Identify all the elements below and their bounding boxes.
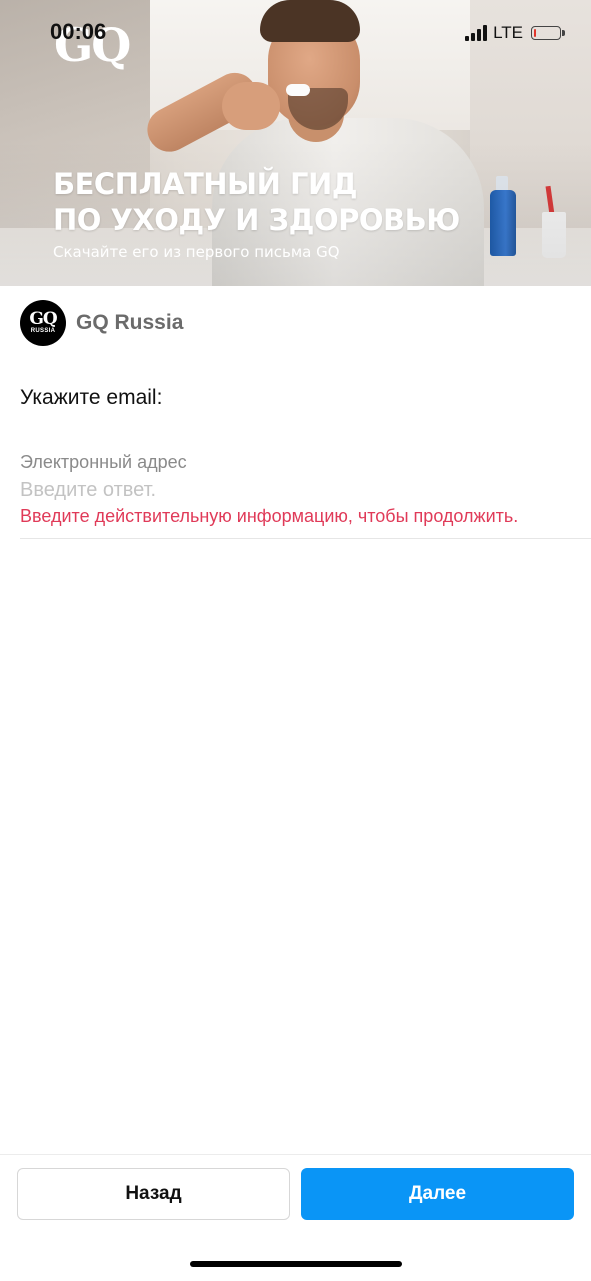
field-divider xyxy=(20,538,591,539)
email-field-group: Электронный адрес Введите действительную… xyxy=(20,450,591,539)
signal-bars-icon xyxy=(465,25,488,41)
avatar-logo-mark: GQ xyxy=(29,309,57,329)
battery-icon xyxy=(531,26,565,40)
status-time: 00:06 xyxy=(50,19,107,44)
banner-title-line-1: БЕСПЛАТНЫЙ ГИД xyxy=(53,167,358,201)
question-title: Укажите email: xyxy=(20,386,163,409)
back-button[interactable]: Назад xyxy=(17,1168,290,1220)
account-name: GQ Russia xyxy=(76,311,184,334)
battery-level xyxy=(534,29,536,37)
banner-subtitle: Скачайте его из первого письма GQ xyxy=(53,243,340,261)
banner-person-hair xyxy=(260,0,360,42)
email-field[interactable] xyxy=(20,476,560,504)
next-button[interactable]: Далее xyxy=(301,1168,574,1220)
network-type: LTE xyxy=(493,23,523,42)
account-header: GQ RUSSIA GQ Russia xyxy=(20,300,183,346)
home-indicator[interactable] xyxy=(190,1261,402,1267)
banner-title: БЕСПЛАТНЫЙ ГИД ПО УХОДУ И ЗДОРОВЬЮ xyxy=(53,166,513,238)
banner-person-hand xyxy=(222,82,280,130)
banner-title-line-2: ПО УХОДУ И ЗДОРОВЬЮ xyxy=(53,203,460,237)
banner-face-cream xyxy=(286,84,310,96)
email-field-label: Электронный адрес xyxy=(20,452,187,472)
email-error-message: Введите действительную информацию, чтобы… xyxy=(20,506,519,526)
avatar: GQ RUSSIA xyxy=(20,300,66,346)
status-bar-right: LTE xyxy=(465,22,565,44)
avatar-logo-sub: RUSSIA xyxy=(30,328,56,334)
